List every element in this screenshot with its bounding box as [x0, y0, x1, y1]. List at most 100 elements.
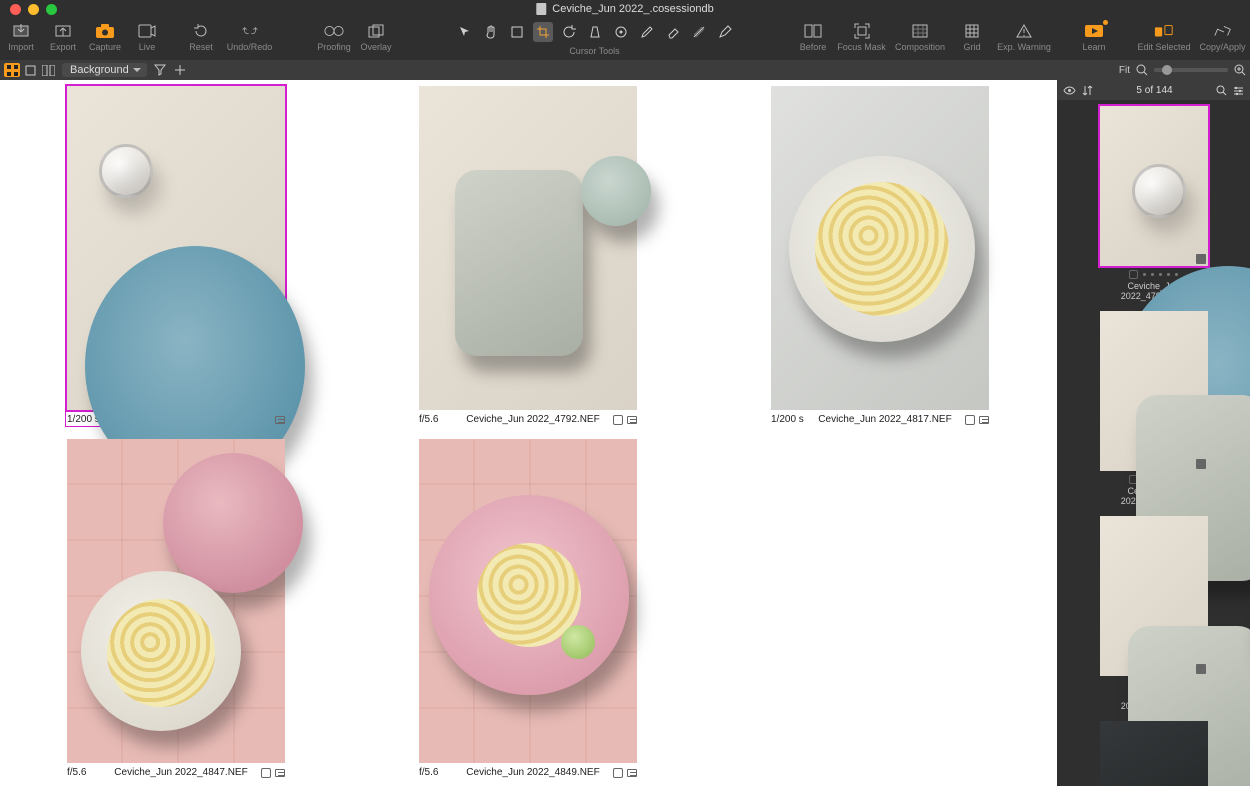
zoom-in-icon[interactable] — [1234, 64, 1246, 76]
main-toolbar: Import Export Capture Live Reset — [0, 18, 1250, 60]
sort-icon[interactable] — [1082, 85, 1093, 96]
meta-exposure: f/5.6 — [419, 767, 461, 778]
pick-checkbox[interactable] — [613, 415, 623, 425]
filmstrip-thumbnail[interactable] — [1100, 311, 1208, 471]
add-button[interactable] — [173, 63, 187, 77]
pick-checkbox[interactable] — [1129, 270, 1138, 279]
filmstrip-body[interactable]: Ceviche_Jun 2022_4781.NEFCeviche_Jun 202… — [1057, 100, 1250, 786]
thumbnail[interactable] — [771, 86, 989, 410]
filmstrip-panel: 5 of 144 Ceviche_Jun 2022_4781.NEFCevich… — [1057, 80, 1250, 786]
window-title-text: Ceviche_Jun 2022_.cosessiondb — [552, 3, 713, 15]
view-mode-toggles — [4, 63, 56, 77]
browser-cell[interactable]: f/5.6Ceviche_Jun 2022_4792.NEF — [352, 86, 704, 425]
cursor-crop-tool[interactable] — [533, 22, 553, 42]
proofing-button[interactable]: Proofing — [313, 22, 355, 52]
composition-button[interactable]: Composition — [889, 22, 951, 52]
cursor-keystone-tool[interactable] — [585, 22, 605, 42]
thumbnail[interactable] — [419, 86, 637, 410]
filmstrip-item[interactable]: Ceviche_Jun 2022_4781.NEF — [1100, 106, 1208, 301]
variant-icon[interactable] — [627, 769, 637, 777]
cursor-gradient-tool[interactable] — [689, 22, 709, 42]
pick-checkbox[interactable] — [965, 415, 975, 425]
window-title: Ceviche_Jun 2022_.cosessiondb — [536, 3, 713, 15]
grid-button[interactable]: Grid — [951, 22, 993, 52]
maximize-button[interactable] — [46, 4, 57, 15]
cursor-spot-tool[interactable] — [611, 22, 631, 42]
minimize-button[interactable] — [28, 4, 39, 15]
view-split-button[interactable] — [40, 63, 56, 77]
thumbnail[interactable] — [67, 439, 285, 763]
notification-dot-icon — [1103, 20, 1108, 25]
titlebar: Ceviche_Jun 2022_.cosessiondb — [0, 0, 1250, 18]
window-controls — [10, 4, 57, 15]
browser-cell[interactable]: 1/200 sCeviche_Jun 2022_4781.NEF — [0, 86, 352, 425]
variant-icon[interactable] — [979, 416, 989, 424]
learn-button[interactable]: Learn — [1073, 22, 1115, 52]
browser-cell[interactable]: 1/200 sCeviche_Jun 2022_4817.NEF — [704, 86, 1056, 425]
collection-dropdown[interactable]: Background — [62, 63, 147, 77]
app-window: Ceviche_Jun 2022_.cosessiondb Import Exp… — [0, 0, 1250, 786]
live-button[interactable]: Live — [126, 22, 168, 52]
filmstrip-thumbnail[interactable] — [1100, 516, 1208, 676]
edit-selected-button[interactable]: Edit Selected — [1133, 22, 1195, 52]
cursor-brush-tool[interactable] — [637, 22, 657, 42]
cursor-tools-label: Cursor Tools — [569, 46, 619, 56]
pick-checkbox[interactable] — [261, 768, 271, 778]
focus-mask-button[interactable]: Focus Mask — [834, 22, 889, 52]
filmstrip-item[interactable]: Ceviche_Jun 2022_4783.NEF — [1100, 516, 1208, 711]
browser-cell[interactable]: f/5.6Ceviche_Jun 2022_4849.NEF — [352, 439, 704, 778]
variant-badge-icon — [1196, 254, 1206, 264]
zoom-out-icon[interactable] — [1136, 64, 1148, 76]
exposure-warning-button[interactable]: Exp. Warning — [993, 22, 1055, 52]
variant-badge-icon — [1196, 459, 1206, 469]
meta-filename: Ceviche_Jun 2022_4849.NEF — [461, 767, 605, 778]
cursor-select-tool[interactable] — [455, 22, 475, 42]
zoom-label: Fit — [1119, 65, 1130, 76]
cursor-rotate-tool[interactable] — [559, 22, 579, 42]
variant-icon[interactable] — [627, 416, 637, 424]
zoom-slider[interactable] — [1154, 68, 1228, 72]
meta-exposure: 1/200 s — [771, 414, 813, 425]
capture-button[interactable]: Capture — [84, 22, 126, 52]
cursor-shape-tool[interactable] — [507, 22, 527, 42]
filmstrip-item[interactable] — [1100, 721, 1208, 786]
filmstrip-item[interactable]: Ceviche_Jun 2022_4782.NEF — [1100, 311, 1208, 506]
view-grid-button[interactable] — [4, 63, 20, 77]
app-body: 1/200 sCeviche_Jun 2022_4781.NEFf/5.6Cev… — [0, 80, 1250, 786]
meta-filename: Ceviche_Jun 2022_4847.NEF — [109, 767, 253, 778]
import-button[interactable]: Import — [0, 22, 42, 52]
reset-button[interactable]: Reset — [180, 22, 222, 52]
filmstrip-thumbnail[interactable] — [1100, 106, 1208, 266]
thumbnail[interactable] — [67, 86, 285, 410]
thumbnail-meta: f/5.6Ceviche_Jun 2022_4847.NEF — [67, 763, 285, 778]
filmstrip-counter: 5 of 144 — [1136, 85, 1172, 96]
cursor-hand-tool[interactable] — [481, 22, 501, 42]
toolbar-group-right: Before Focus Mask Composition Grid Exp. … — [792, 22, 1250, 52]
overlay-button[interactable]: Overlay — [355, 22, 397, 52]
variant-icon[interactable] — [275, 769, 285, 777]
filter-button[interactable] — [153, 63, 167, 77]
document-icon — [536, 3, 546, 15]
filmstrip-header: 5 of 144 — [1057, 80, 1250, 100]
close-button[interactable] — [10, 4, 21, 15]
view-single-button[interactable] — [22, 63, 38, 77]
browser-cell[interactable]: f/5.6Ceviche_Jun 2022_4847.NEF — [0, 439, 352, 778]
cursor-annotate-tool[interactable] — [715, 22, 735, 42]
search-icon[interactable] — [1216, 85, 1227, 96]
variant-badge-icon — [1196, 664, 1206, 674]
browser-grid[interactable]: 1/200 sCeviche_Jun 2022_4781.NEFf/5.6Cev… — [0, 80, 1057, 786]
rating-dots[interactable] — [1129, 270, 1178, 279]
thumbnail[interactable] — [419, 439, 637, 763]
cursor-erase-tool[interactable] — [663, 22, 683, 42]
toolbar-group-left: Import Export Capture Live — [0, 22, 168, 52]
copy-apply-button[interactable]: Copy/Apply — [1195, 22, 1250, 52]
secondary-toolbar: Background Fit — [0, 60, 1250, 80]
filmstrip-thumbnail[interactable] — [1100, 721, 1208, 786]
visibility-icon[interactable] — [1063, 86, 1076, 95]
settings-icon[interactable] — [1233, 85, 1244, 96]
export-button[interactable]: Export — [42, 22, 84, 52]
undo-redo-button[interactable]: Undo/Redo — [222, 22, 277, 52]
variant-icon[interactable] — [275, 416, 285, 424]
before-button[interactable]: Before — [792, 22, 834, 52]
pick-checkbox[interactable] — [613, 768, 623, 778]
